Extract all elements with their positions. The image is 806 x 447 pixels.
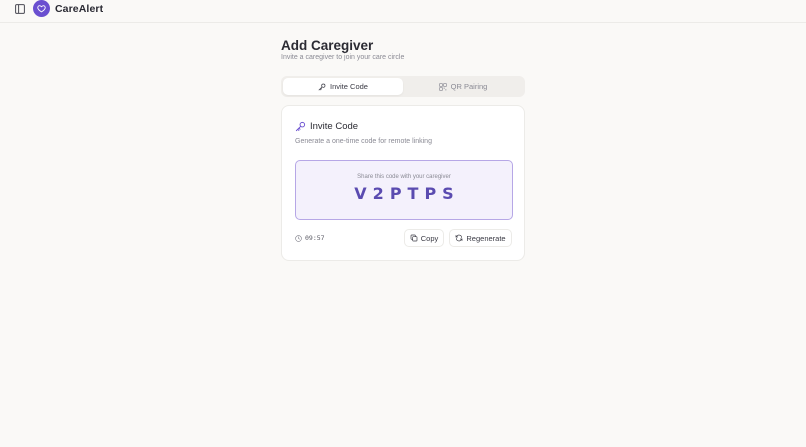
regenerate-label: Regenerate <box>466 233 506 243</box>
qr-icon <box>438 82 447 91</box>
top-bar: CareAlert <box>0 0 806 23</box>
regenerate-button[interactable]: Regenerate <box>449 229 512 247</box>
copy-label: Copy <box>420 233 439 243</box>
invite-code-value: V2PTPS <box>354 184 460 203</box>
card-title-text: Invite Code <box>310 121 359 132</box>
sidebar-toggle-icon[interactable] <box>14 3 26 15</box>
page-title: Add Caregiver <box>281 38 374 53</box>
pairing-tabs: Invite Code QR Pairing <box>281 76 525 97</box>
app-name: CareAlert <box>55 3 104 15</box>
heart-logo-icon <box>33 0 50 17</box>
clock-icon <box>295 234 302 242</box>
timer-value: 09:57 <box>305 234 325 242</box>
invite-code-card: Invite Code Generate a one-time code for… <box>281 105 525 261</box>
card-description: Generate a one-time code for remote link… <box>295 138 432 145</box>
code-hint: Share this code with your caregiver <box>357 174 451 180</box>
key-icon <box>295 121 306 132</box>
tab-invite-code[interactable]: Invite Code <box>283 78 403 95</box>
invite-code-box: Share this code with your caregiver V2PT… <box>295 160 513 220</box>
key-icon <box>318 83 326 91</box>
tab-label: Invite Code <box>330 82 368 91</box>
tab-label: QR Pairing <box>450 82 488 91</box>
copy-button[interactable]: Copy <box>404 229 444 247</box>
card-title: Invite Code <box>295 121 358 132</box>
expiry-timer: 09:57 <box>295 234 325 242</box>
page-subtitle: Invite a caregiver to join your care cir… <box>281 54 405 61</box>
copy-icon <box>410 234 418 242</box>
tab-qr-pairing[interactable]: QR Pairing <box>403 78 523 95</box>
refresh-icon <box>455 234 463 242</box>
